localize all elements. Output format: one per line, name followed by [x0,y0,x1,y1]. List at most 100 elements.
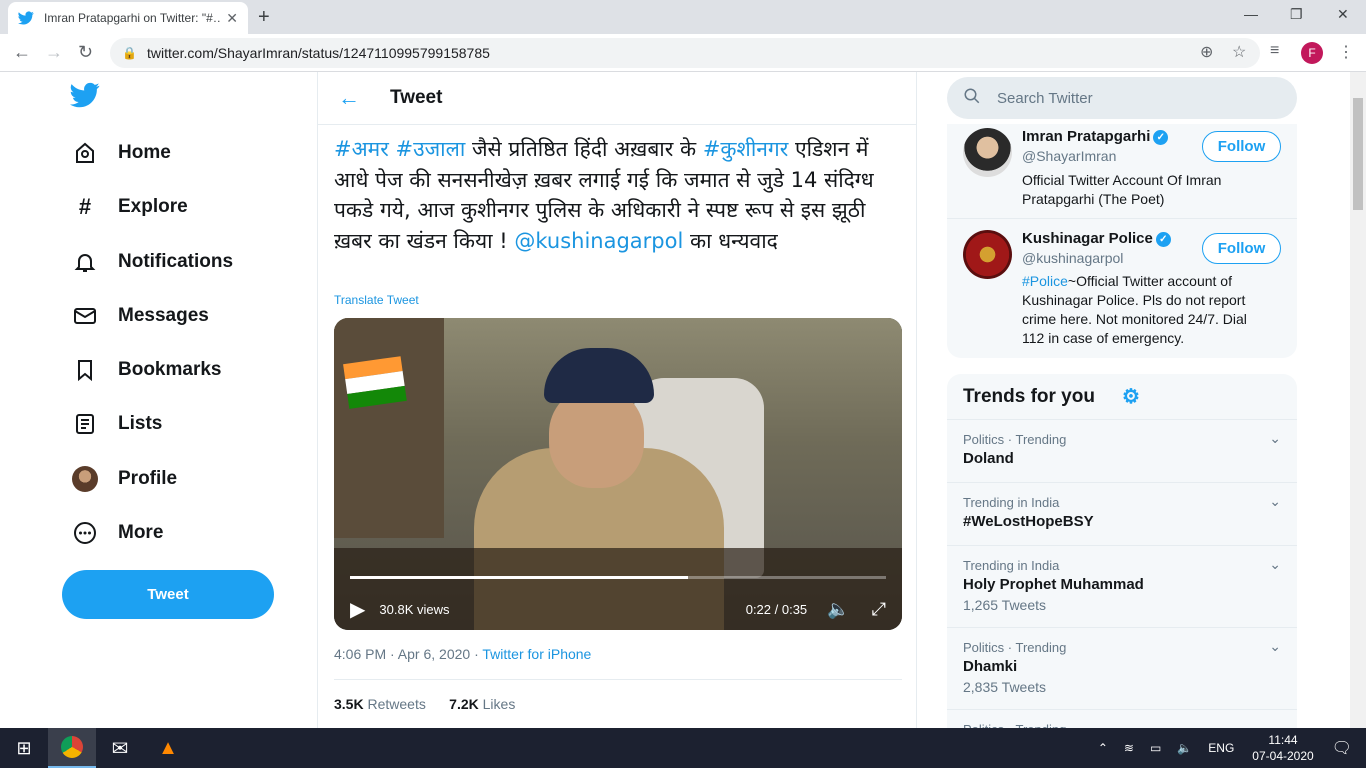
twitter-favicon-icon [18,11,34,25]
nav-label: More [118,522,164,543]
vlc-taskbar-icon[interactable]: ▲ [144,728,192,768]
chevron-down-icon[interactable]: ⌄ [1269,638,1281,655]
volume-tray-icon[interactable]: 🔈 [1177,741,1192,755]
home-icon [72,140,98,166]
language-indicator[interactable]: ENG [1208,741,1234,755]
video-controls: ▶ 30.8K views 0:22 / 0:35 🔈 ⤢ [334,588,902,630]
chevron-up-icon[interactable]: ⌃ [1098,741,1108,755]
trend-item[interactable]: Trending in India Holy Prophet Muhammad … [947,546,1297,628]
page-scrollbar[interactable] [1350,72,1366,728]
nav-explore[interactable]: # Explore [72,194,188,220]
avatar[interactable] [963,128,1012,177]
media-queue-icon[interactable]: ≡ [1270,42,1279,60]
twitter-logo-icon[interactable] [70,82,100,108]
notifications-tray-icon[interactable]: 🗨 [1332,738,1352,758]
close-tab-icon[interactable]: ✕ [226,10,238,27]
likes-label: Likes [482,696,516,712]
who-to-follow: Imran Pratapgarhi ✓ @ShayarImran Official… [947,124,1297,358]
reload-icon[interactable]: ↻ [78,42,93,63]
verified-icon: ✓ [1155,232,1171,247]
lock-icon: 🔒 [122,46,137,60]
search-input[interactable]: Search Twitter [947,77,1297,119]
play-icon[interactable]: ▶ [350,597,365,622]
mail-taskbar-icon[interactable]: ✉ [96,728,144,768]
tweet-timestamp[interactable]: 4:06 PM · Apr 6, 2020 [334,646,470,662]
chevron-down-icon[interactable]: ⌄ [1269,556,1281,573]
browser-menu-icon[interactable]: ⋮ [1338,42,1354,62]
video-progress-bar[interactable] [350,576,886,579]
scrollbar-thumb[interactable] [1353,98,1363,210]
follow-button[interactable]: Follow [1202,131,1281,162]
back-arrow-icon[interactable]: ← [338,85,360,111]
window-close-icon[interactable]: ✕ [1337,6,1349,23]
nav-more[interactable]: More [72,520,163,546]
account-handle: @kushinagarpol [1022,250,1124,266]
chevron-down-icon[interactable]: ⌄ [1269,430,1281,447]
main-column: ← Tweet #अमर #उजाला जैसे प्रतिष्ठित हिंद… [317,72,917,728]
trend-item[interactable]: Trending in India #WeLostHopeBSY ⌄ [947,483,1297,546]
video-player[interactable]: ▶ 30.8K views 0:22 / 0:35 🔈 ⤢ [334,318,902,630]
restore-icon[interactable]: ❐ [1290,6,1303,23]
bookmark-star-icon[interactable]: ☆ [1232,42,1246,62]
system-clock[interactable]: 11:44 07-04-2020 [1252,732,1313,764]
likes-stat[interactable]: 7.2K Likes [449,696,515,712]
verified-icon: ✓ [1153,130,1169,145]
gear-icon[interactable]: ⚙ [1122,384,1281,409]
add-icon[interactable]: ⊕ [1200,42,1213,62]
video-views: 30.8K views [379,601,450,617]
minimize-icon[interactable]: — [1244,6,1258,22]
trend-context: Trending in India [963,558,1060,573]
tweet-button[interactable]: Tweet [62,570,274,619]
nav-lists[interactable]: Lists [72,411,162,437]
nav-home[interactable]: Home [72,140,171,166]
fullscreen-icon[interactable]: ⤢ [872,599,886,620]
account-name[interactable]: Kushinagar Police ✓ [1022,230,1171,247]
trend-name: Dhamki [963,658,1018,675]
browser-tab[interactable]: Imran Pratapgarhi on Twitter: "#… ✕ [8,2,248,34]
clock-date: 07-04-2020 [1252,749,1314,763]
address-bar: ← → ↻ 🔒 twitter.com/ShayarImran/status/1… [0,34,1366,72]
url-input[interactable]: 🔒 twitter.com/ShayarImran/status/1247110… [110,38,1260,68]
meta-separator: · [470,646,483,662]
tweet-source[interactable]: Twitter for iPhone [482,646,591,662]
nav-label: Lists [118,413,163,434]
wifi-icon[interactable]: ≋ [1124,741,1134,755]
hashtag-link[interactable]: #उजाला [395,137,465,161]
nav-label: Bookmarks [118,359,222,380]
account-name[interactable]: Imran Pratapgarhi ✓ [1022,128,1169,145]
nav-profile[interactable]: Profile [72,466,177,492]
video-time: 0:22 / 0:35 [745,601,808,617]
tweet-text-segment: जैसे प्रतिष्ठित हिंदी अख़बार के [465,137,703,161]
hashtag-link[interactable]: #अमर [334,137,389,161]
windows-start-icon[interactable]: ⊞ [0,728,48,768]
avatar[interactable] [963,230,1012,279]
bio-hashtag-link[interactable]: #Police [1022,273,1068,289]
translate-tweet-link[interactable]: Translate Tweet [334,293,419,307]
nav-messages[interactable]: Messages [72,303,209,329]
nav-label: Explore [118,196,188,217]
battery-icon[interactable]: ▭ [1150,741,1161,755]
follow-button[interactable]: Follow [1202,233,1281,264]
browser-profile-avatar[interactable]: F [1301,42,1323,64]
mention-link[interactable]: @kushinagarpol [514,229,683,253]
clock-time: 11:44 [1268,733,1298,747]
trend-context: Politics · Trending [963,640,1067,655]
url-text: twitter.com/ShayarImran/status/124711099… [146,45,490,61]
retweets-stat[interactable]: 3.5K Retweets [334,696,426,712]
trend-item[interactable]: Politics · Trending Doland ⌄ [947,420,1297,483]
hashtag-link[interactable]: #कुशीनगर [703,137,789,161]
back-icon[interactable]: ← [13,42,31,63]
new-tab-icon[interactable]: + [258,6,270,29]
trend-context: Trending in India [963,495,1060,510]
nav-notifications[interactable]: Notifications [72,249,233,275]
envelope-icon [72,303,98,329]
chevron-down-icon[interactable]: ⌄ [1269,493,1281,510]
nav-bookmarks[interactable]: Bookmarks [72,357,222,383]
trends-title: Trends for you [963,385,1095,407]
nav-label: Profile [118,468,178,489]
volume-icon[interactable]: 🔈 [827,599,849,620]
search-icon [963,87,981,110]
chrome-taskbar-icon[interactable] [48,728,96,768]
forward-icon[interactable]: → [45,42,63,63]
trend-item[interactable]: Politics · Trending Dhamki 2,835 Tweets … [947,628,1297,710]
